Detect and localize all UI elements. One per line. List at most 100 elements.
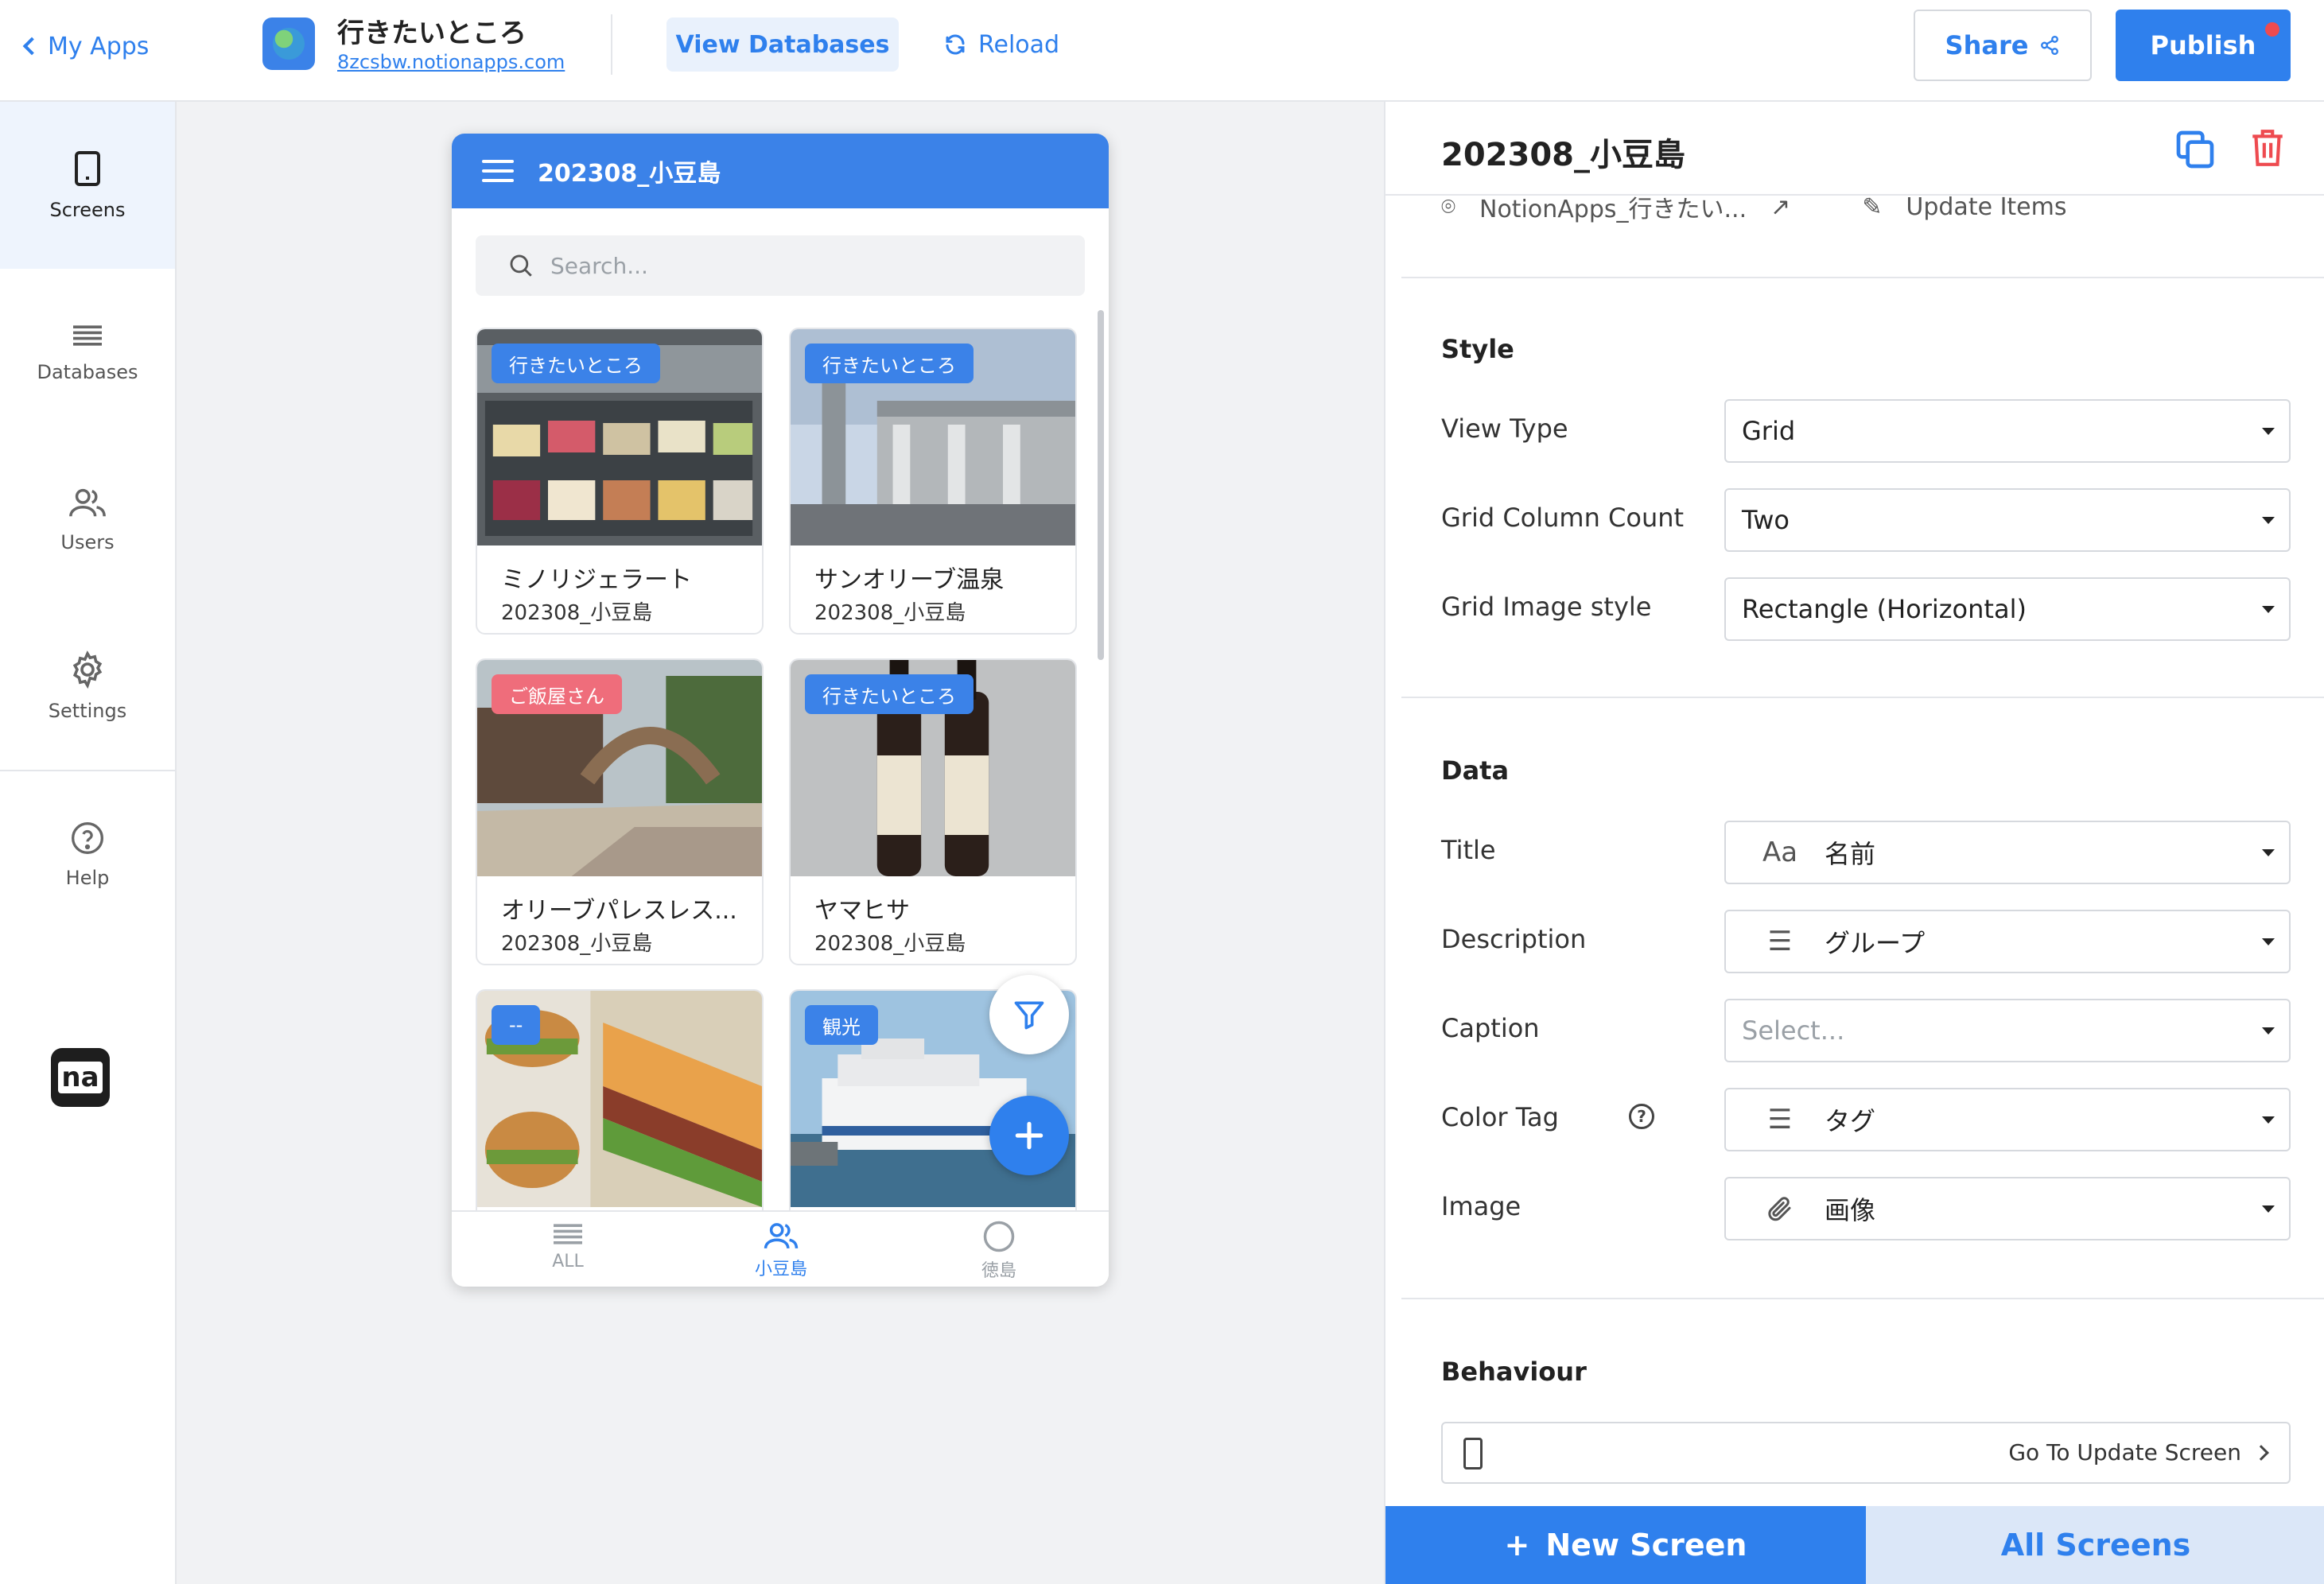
card-title: オリーブパレスレス... <box>501 897 737 925</box>
grid-card[interactable]: 行きたいところ ミノリジェラート 202308_小豆島 <box>476 328 764 635</box>
hamburger-menu-icon[interactable] <box>482 160 514 182</box>
screen-settings-panel: ⌾ NotionApps_行きたい... ↗ ✎ Update Items 20… <box>1384 102 2324 1584</box>
phone-header: 202308_小豆島 <box>452 134 1109 208</box>
duplicate-icon[interactable] <box>2173 127 2217 172</box>
nav-item-databases[interactable]: Databases <box>0 269 175 436</box>
behaviour-action-label: Go To Update Screen <box>2008 1439 2241 1466</box>
panel-header: 202308_小豆島 <box>1385 102 2324 194</box>
phone-preview: 202308_小豆島 Search... 行きたいところ ミノリジェラート 20… <box>452 134 1109 1287</box>
nav-item-settings[interactable]: Settings <box>0 603 175 770</box>
tab-tokushima[interactable]: 徳島 <box>919 1220 1078 1283</box>
nav-item-users[interactable]: Users <box>0 436 175 603</box>
plus-icon: + <box>1504 1528 1530 1563</box>
nav-label: Users <box>60 531 115 553</box>
search-icon <box>510 254 532 277</box>
paperclip-icon <box>1764 1194 1796 1223</box>
view-type-label: View Type <box>1441 413 1568 444</box>
card-tag: 行きたいところ <box>492 344 660 383</box>
header-divider <box>1385 194 2324 196</box>
divider <box>611 14 612 75</box>
list-icon <box>73 325 102 346</box>
notionapps-logo: na <box>51 1048 110 1107</box>
help-circle-icon[interactable]: ? <box>1629 1104 1654 1129</box>
card-subtitle: 202308_小豆島 <box>814 932 966 956</box>
scrollbar[interactable] <box>1098 310 1104 660</box>
database-icon: ⌾ <box>1441 192 1455 221</box>
tab-label: 小豆島 <box>754 1260 807 1279</box>
new-screen-button[interactable]: + New Screen <box>1385 1506 1866 1584</box>
view-type-select[interactable]: Grid <box>1724 399 2291 463</box>
search-placeholder: Search... <box>550 252 648 279</box>
edit-icon: ✎ <box>1862 192 1883 221</box>
nav-label: Screens <box>49 199 126 221</box>
color-tag-text: Color Tag <box>1441 1102 1559 1132</box>
caret-down-icon <box>2262 517 2275 524</box>
circle-icon <box>983 1221 1015 1252</box>
chevron-left-icon <box>22 37 41 56</box>
select-value: Rectangle (Horizontal) <box>1742 594 2027 624</box>
select-value: Two <box>1742 505 1790 535</box>
grid-card[interactable]: 行きたいところ サンオリーブ温泉 202308_小豆島 <box>789 328 1077 635</box>
publish-button[interactable]: Publish <box>2116 10 2291 81</box>
select-value: Grid <box>1742 416 1796 446</box>
select-value: 名前 <box>1825 839 1876 869</box>
plus-icon <box>1015 1121 1043 1150</box>
nav-item-screens[interactable]: Screens <box>0 102 175 269</box>
publish-label: Publish <box>2150 30 2256 60</box>
grid-card[interactable]: 行きたいところ ヤマヒサ 202308_小豆島 <box>789 658 1077 965</box>
description-field-select[interactable]: ☰ グループ <box>1724 910 2291 973</box>
description-label: Description <box>1441 924 1587 954</box>
section-divider <box>1401 1298 2324 1299</box>
nav-item-help[interactable]: Help <box>0 771 175 938</box>
go-to-update-screen-row[interactable]: Go To Update Screen <box>1441 1422 2291 1484</box>
color-tag-label: Color Tag ? <box>1441 1102 1654 1132</box>
panel-title: 202308_小豆島 <box>1441 137 1685 173</box>
add-item-button[interactable] <box>989 1096 1069 1175</box>
color-tag-field-select[interactable]: ☰ タグ <box>1724 1088 2291 1151</box>
tab-label: ALL <box>552 1252 584 1271</box>
reload-button[interactable]: Reload <box>943 27 1059 62</box>
tab-all[interactable]: ALL <box>488 1220 647 1283</box>
caret-down-icon <box>2262 938 2275 945</box>
share-icon <box>2041 35 2059 56</box>
grid-card[interactable]: ご飯屋さん オリーブパレスレス... 202308_小豆島 <box>476 658 764 965</box>
image-label: Image <box>1441 1191 1521 1221</box>
tablet-icon <box>75 151 100 186</box>
trash-icon[interactable] <box>2248 126 2287 170</box>
my-apps-link[interactable]: My Apps <box>19 29 149 64</box>
grid-column-count-select[interactable]: Two <box>1724 488 2291 552</box>
gear-icon <box>72 650 103 689</box>
globe-icon <box>273 28 305 60</box>
external-link-icon[interactable]: ↗ <box>1770 193 1790 221</box>
caret-down-icon <box>2262 849 2275 856</box>
notification-dot <box>2265 22 2279 37</box>
select-value: 画像 <box>1825 1195 1876 1225</box>
title-label: Title <box>1441 835 1496 865</box>
my-apps-label: My Apps <box>48 32 150 60</box>
card-title: ミノリジェラート <box>501 566 692 594</box>
title-field-select[interactable]: Aa 名前 <box>1724 821 2291 884</box>
grid-column-count-label: Grid Column Count <box>1441 503 1685 533</box>
search-input[interactable]: Search... <box>476 235 1085 296</box>
card-subtitle: 202308_小豆島 <box>501 601 653 625</box>
image-field-select[interactable]: 画像 <box>1724 1177 2291 1240</box>
select-placeholder: Select... <box>1742 1015 1845 1046</box>
section-divider <box>1401 697 2324 698</box>
card-tag: ご飯屋さん <box>492 674 622 714</box>
all-screens-button[interactable]: All Screens <box>1866 1506 2324 1584</box>
caret-down-icon <box>2262 1205 2275 1213</box>
caption-label: Caption <box>1441 1013 1540 1043</box>
filter-button[interactable] <box>989 975 1069 1054</box>
list-icon <box>554 1224 582 1244</box>
tab-shodoshima[interactable]: 小豆島 <box>701 1220 861 1283</box>
select-value: グループ <box>1825 928 1926 958</box>
view-databases-button[interactable]: View Databases <box>666 17 899 72</box>
grid-image-style-select[interactable]: Rectangle (Horizontal) <box>1724 577 2291 641</box>
caption-field-select[interactable]: Select... <box>1724 999 2291 1062</box>
new-screen-label: New Screen <box>1545 1528 1747 1563</box>
app-title: 行きたいところ <box>337 17 527 49</box>
share-button[interactable]: Share <box>1914 10 2092 81</box>
app-url-link[interactable]: 8zcsbw.notionapps.com <box>337 51 565 73</box>
select-type-icon: ☰ <box>1767 926 1793 957</box>
app-icon <box>262 17 315 70</box>
